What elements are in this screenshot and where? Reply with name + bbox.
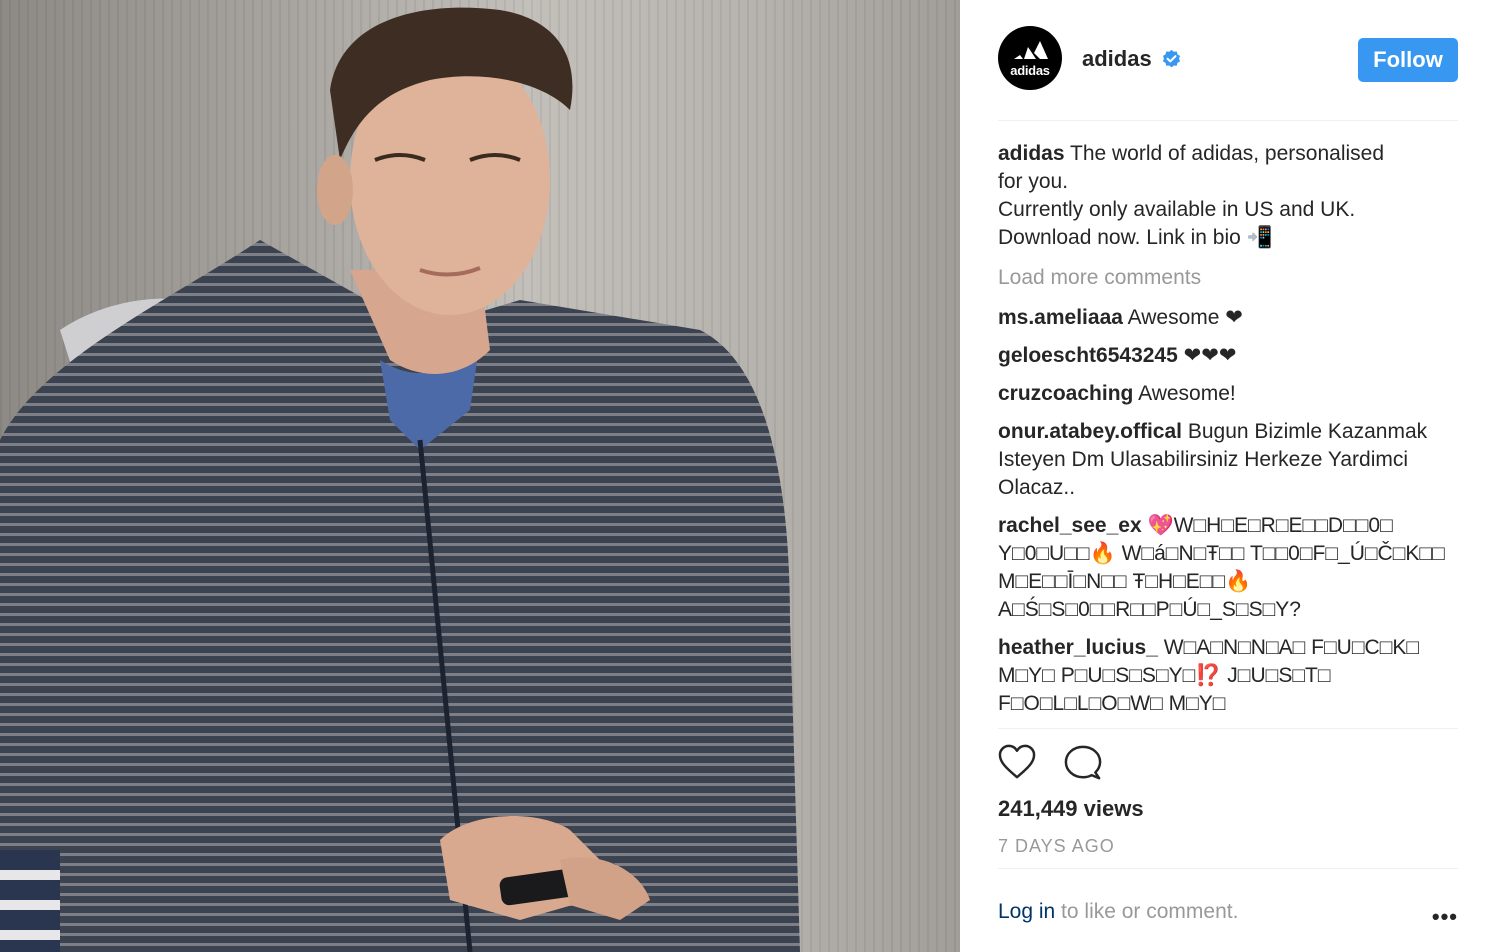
comment-text: ❤❤❤ xyxy=(1183,344,1237,367)
load-more-comments-link[interactable]: Load more comments xyxy=(998,264,1458,292)
avatar[interactable]: adidas xyxy=(998,26,1062,90)
caption-line: for you. xyxy=(998,170,1069,193)
comment-text: Awesome! xyxy=(1138,382,1236,405)
comment-item: cruzcoaching Awesome! xyxy=(998,380,1458,408)
comment-username[interactable]: ms.ameliaaa xyxy=(998,306,1123,329)
caption-line: Download now. Link in bio 📲 xyxy=(998,226,1273,249)
comment-username[interactable]: heather_lucius_ xyxy=(998,636,1158,659)
header-divider xyxy=(998,120,1458,121)
caption-line: Currently only available in US and UK. xyxy=(998,198,1356,221)
post-sidebar: adidas adidas Follow adidas The world of… xyxy=(960,0,1492,952)
verified-badge-icon xyxy=(1162,49,1181,68)
heart-icon[interactable] xyxy=(998,744,1036,780)
comment-icon[interactable] xyxy=(1064,744,1102,782)
caption-username[interactable]: adidas xyxy=(998,142,1065,165)
post-media[interactable] xyxy=(0,0,960,952)
login-prompt-text: to like or comment. xyxy=(1055,900,1239,923)
post-timestamp[interactable]: 7 DAYS AGO xyxy=(998,836,1115,857)
views-count[interactable]: 241,449 views xyxy=(998,796,1144,822)
post-header: adidas adidas Follow xyxy=(998,26,1458,94)
comment-item: onur.atabey.offical Bugun Bizimle Kazanm… xyxy=(998,418,1458,502)
post-caption: adidas The world of adidas, personalised… xyxy=(998,140,1458,252)
comments-list[interactable]: adidas The world of adidas, personalised… xyxy=(998,140,1458,728)
adidas-logo-icon xyxy=(1014,40,1048,59)
comment-username[interactable]: onur.atabey.offical xyxy=(998,420,1182,443)
login-link[interactable]: Log in xyxy=(998,900,1055,923)
comment-item: heather_lucius_ W□A□N□N□A□ F□U□C□K□ M□Y□… xyxy=(998,634,1458,718)
comment-username[interactable]: geloescht6543245 xyxy=(998,344,1178,367)
follow-button[interactable]: Follow xyxy=(1358,38,1458,82)
more-options-icon[interactable]: ••• xyxy=(1432,904,1458,930)
comment-username[interactable]: cruzcoaching xyxy=(998,382,1133,405)
comment-item: geloescht6543245 ❤❤❤ xyxy=(998,342,1458,370)
comment-username[interactable]: rachel_see_ex xyxy=(998,514,1142,537)
caption-line: The world of adidas, personalised xyxy=(1070,142,1385,165)
post-actions xyxy=(998,742,1458,786)
avatar-wordmark: adidas xyxy=(1010,62,1050,78)
comments-divider xyxy=(998,728,1458,729)
footer-divider xyxy=(998,868,1458,869)
comment-text: Awesome ❤ xyxy=(1127,306,1243,329)
account-username[interactable]: adidas xyxy=(1082,46,1152,72)
comment-item: ms.ameliaaa Awesome ❤ xyxy=(998,304,1458,332)
comment-item: rachel_see_ex 💖W□H□E□R□E□□D□□0□ Y□0□U□□🔥… xyxy=(998,512,1458,624)
post-photo-illustration xyxy=(0,7,800,952)
post-footer: Log in to like or comment. ••• xyxy=(998,900,1458,930)
